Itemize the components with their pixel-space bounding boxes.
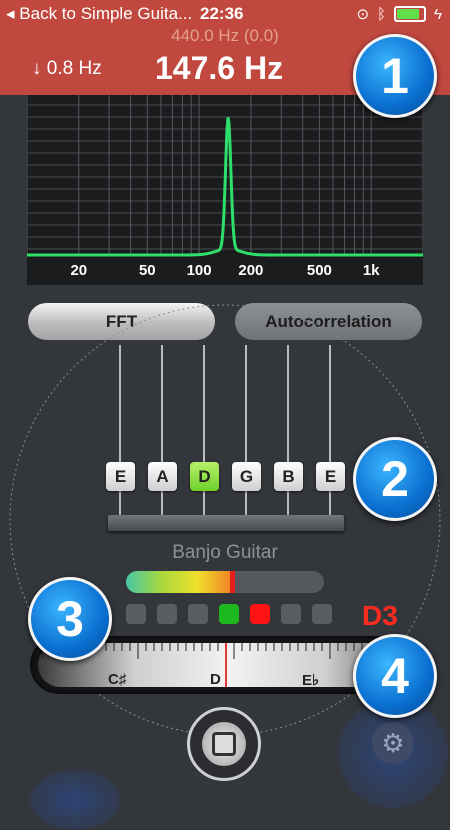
string-key-e-5[interactable]: E [316, 462, 345, 491]
spectrum-x-label: 100 [187, 262, 212, 279]
indicator-dot-0 [126, 604, 146, 624]
charging-icon: ϟ [434, 5, 442, 23]
ruler-label-eflat: E♭ [302, 672, 320, 687]
level-meter-marker [229, 571, 235, 593]
arrow-down-icon: ↓ [32, 58, 42, 79]
tuning-indicator-dots [126, 604, 332, 624]
ruler-label-csharp: C♯ [108, 671, 127, 687]
string-key-g-3[interactable]: G [232, 462, 261, 491]
frequency-offset: ↓ 0.8 Hz [32, 58, 102, 80]
back-label: Back to Simple Guita... [19, 4, 193, 23]
indicator-dot-3 [219, 604, 239, 624]
callout-badge-3: 3 [28, 577, 112, 661]
level-meter [126, 571, 324, 593]
string-key-a-1[interactable]: A [148, 462, 177, 491]
autocorrelation-button[interactable]: Autocorrelation [235, 303, 422, 340]
fft-button[interactable]: FFT [28, 303, 215, 340]
status-icons: ⊙ ᛒ ϟ [356, 5, 442, 24]
lock-rotation-icon: ⊙ [356, 6, 370, 23]
bluetooth-icon: ᛒ [377, 5, 387, 23]
back-link[interactable]: ◂ Back to Simple Guita... [6, 4, 192, 24]
indicator-dot-5 [281, 604, 301, 624]
indicator-dot-6 [312, 604, 332, 624]
detected-note: D3 [362, 600, 398, 631]
spectrum-x-label: 50 [139, 262, 156, 279]
indicator-dot-4 [250, 604, 270, 624]
string-key-d-2[interactable]: D [190, 462, 219, 491]
indicator-dot-2 [188, 604, 208, 624]
level-meter-fill [126, 571, 233, 593]
gear-icon[interactable]: ⚙ [372, 722, 414, 764]
home-button[interactable] [187, 707, 261, 781]
string-key-e-0[interactable]: E [106, 462, 135, 491]
callout-badge-4: 4 [353, 634, 437, 718]
spectrum-plot: 20 50 100 200 500 1k [27, 95, 423, 285]
string-key-b-4[interactable]: B [274, 462, 303, 491]
spectrum-x-label: 500 [307, 262, 332, 279]
string-lines [119, 345, 331, 520]
offset-value: 0.8 Hz [46, 58, 102, 79]
spectrum-x-label: 200 [238, 262, 263, 279]
bridge [108, 515, 344, 531]
detected-frequency: 147.6 Hz [155, 50, 284, 86]
clock: 22:36 [200, 4, 244, 23]
battery-icon [394, 6, 427, 22]
callout-badge-2: 2 [353, 437, 437, 521]
spectrum-x-label: 1k [363, 262, 380, 279]
callout-badge-1: 1 [353, 34, 437, 118]
chevron-left-icon: ◂ [6, 4, 15, 23]
ruler-label-d: D [210, 671, 221, 687]
indicator-dot-1 [157, 604, 177, 624]
home-button-icon [202, 722, 246, 766]
spectrum-x-label: 20 [70, 262, 87, 279]
status-bar: ◂ Back to Simple Guita... 22:36 ⊙ ᛒ ϟ [0, 0, 450, 28]
instrument-name[interactable]: Banjo Guitar [0, 542, 450, 564]
glow-decoration-bottom [30, 770, 120, 830]
